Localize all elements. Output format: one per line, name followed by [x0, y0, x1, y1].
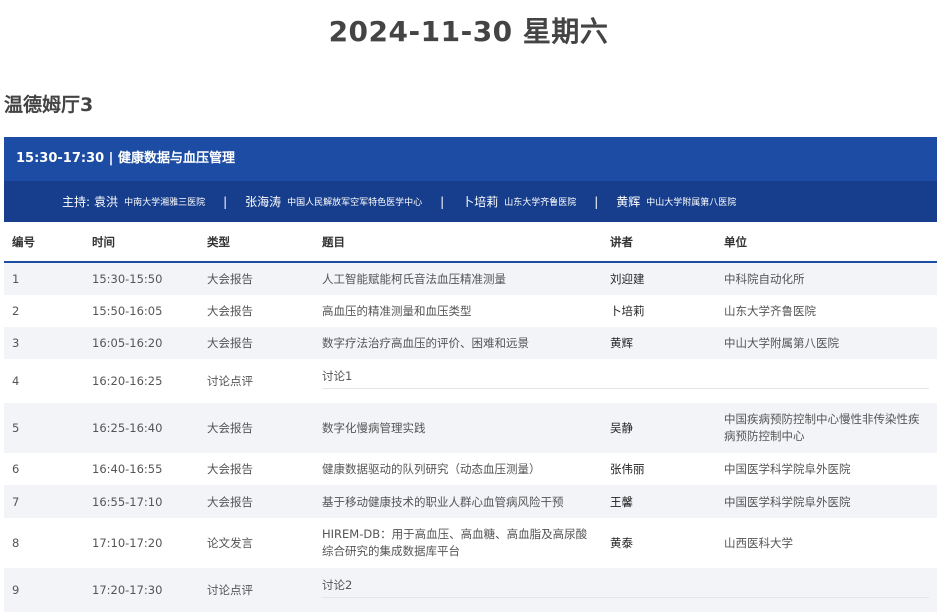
cell-type: 大会报告 — [199, 485, 314, 518]
cell-type: 论文发言 — [207, 536, 253, 550]
cell-type: 大会报告 — [207, 462, 253, 476]
cell-no: 6 — [12, 462, 20, 476]
cell-org: 中国医学科学院阜外医院 — [716, 485, 937, 518]
cell-topic: 数字化慢病管理实践 — [314, 403, 602, 453]
cell-type: 讨论点评 — [199, 568, 314, 612]
cell-no: 2 — [12, 304, 20, 318]
cell-speaker: 黄辉 — [602, 327, 716, 359]
cell-time: 17:10-17:20 — [92, 536, 163, 550]
hall-title: 温德姆厅3 — [4, 94, 94, 116]
cell-topic: 讨论1 — [322, 368, 929, 389]
host-name: 张海涛 — [245, 195, 282, 209]
cell-topic: 人工智能赋能柯氏音法血压精准测量 — [314, 262, 602, 295]
cell-org: 中国疾病预防控制中心慢性非传染性疾病预防控制中心 — [716, 403, 937, 453]
col-header-type: 类型 — [199, 222, 314, 263]
cell-type: 大会报告 — [199, 403, 314, 453]
col-header-speaker: 讲者 — [602, 222, 716, 263]
cell-no: 5 — [4, 403, 84, 453]
cell-org: 中科院自动化所 — [716, 262, 937, 295]
cell-time: 17:20-17:30 — [84, 568, 199, 612]
col-header-org: 单位 — [716, 222, 937, 263]
cell-no: 4 — [12, 374, 20, 388]
cell-type: 讨论点评 — [207, 374, 253, 388]
cell-speaker: 王馨 — [602, 485, 716, 518]
table-row: 4 16:20-16:25 讨论点评 讨论1 — [4, 359, 937, 403]
cell-topic: 数字疗法治疗高血压的评价、困难和远景 — [314, 327, 602, 359]
cell-time: 16:20-16:25 — [92, 374, 163, 388]
cell-topic: 高血压的精准测量和血压类型 — [322, 304, 472, 318]
table-row: 1 15:30-15:50 大会报告 人工智能赋能柯氏音法血压精准测量 刘迎建 … — [4, 262, 937, 295]
table-row: 8 17:10-17:20 论文发言 HIREM-DB：用于高血压、高血糖、高血… — [4, 518, 937, 568]
cell-no: 7 — [4, 485, 84, 518]
col-header-topic: 题目 — [314, 222, 602, 263]
cell-topic: 健康数据驱动的队列研究（动态血压测量） — [322, 462, 541, 476]
cell-topic: 讨论2 — [322, 577, 929, 598]
cell-discussion: 讨论1 — [314, 359, 937, 403]
host-separator: | — [440, 194, 445, 209]
cell-speaker: 吴静 — [602, 403, 716, 453]
cell-no: 3 — [4, 327, 84, 359]
cell-speaker: 卜培莉 — [610, 304, 645, 318]
cell-topic: HIREM-DB：用于高血压、高血糖、高血脂及高尿酸综合研究的集成数据库平台 — [322, 527, 588, 558]
cell-time: 15:50-16:05 — [92, 304, 163, 318]
cell-type: 大会报告 — [199, 327, 314, 359]
cell-type: 大会报告 — [207, 304, 253, 318]
cell-speaker: 张伟丽 — [610, 462, 645, 476]
cell-speaker: 黄泰 — [610, 536, 633, 550]
table-row: 3 16:05-16:20 大会报告 数字疗法治疗高血压的评价、困难和远景 黄辉… — [4, 327, 937, 359]
table-row: 9 17:20-17:30 讨论点评 讨论2 — [4, 568, 937, 612]
host-org: 中山大学附属第八医院 — [646, 198, 737, 208]
schedule-table: 编号 时间 类型 题目 讲者 单位 1 15:30-15:50 大会报告 人工智… — [4, 222, 937, 612]
cell-discussion: 讨论2 — [314, 568, 937, 612]
cell-time: 15:30-15:50 — [84, 262, 199, 295]
session-card: 15:30-17:30 | 健康数据与血压管理 主持: 袁洪 中南大学湘雅三医院… — [4, 137, 937, 612]
table-row: 2 15:50-16:05 大会报告 高血压的精准测量和血压类型 卜培莉 山东大… — [4, 295, 937, 327]
date-title: 2024-11-30 星期六 — [328, 15, 609, 48]
cell-time: 16:55-17:10 — [84, 485, 199, 518]
host-separator: | — [223, 194, 228, 209]
host-name: 袁洪 — [94, 195, 119, 209]
table-header-row: 编号 时间 类型 题目 讲者 单位 — [4, 222, 937, 263]
cell-org: 山东大学齐鲁医院 — [724, 304, 816, 318]
host-separator: | — [594, 194, 599, 209]
host-name: 卜培莉 — [462, 195, 499, 209]
cell-time: 16:05-16:20 — [84, 327, 199, 359]
host-label: 主持: — [62, 195, 91, 209]
cell-time: 16:25-16:40 — [84, 403, 199, 453]
session-title: 15:30-17:30 | 健康数据与血压管理 — [4, 137, 937, 181]
host-name: 黄辉 — [616, 195, 641, 209]
col-header-time: 时间 — [84, 222, 199, 263]
cell-org: 山西医科大学 — [724, 536, 793, 550]
cell-time: 16:40-16:55 — [92, 462, 163, 476]
cell-org: 中国医学科学院阜外医院 — [724, 462, 851, 476]
cell-no: 8 — [12, 536, 20, 550]
cell-org: 中山大学附属第八医院 — [716, 327, 937, 359]
table-row: 5 16:25-16:40 大会报告 数字化慢病管理实践 吴静 中国疾病预防控制… — [4, 403, 937, 453]
host-org: 中国人民解放军空军特色医学中心 — [287, 198, 423, 208]
cell-no: 1 — [4, 262, 84, 295]
cell-topic: 基于移动健康技术的职业人群心血管病风险干预 — [314, 485, 602, 518]
col-header-no: 编号 — [4, 222, 84, 263]
host-org: 中南大学湘雅三医院 — [124, 198, 206, 208]
session-hosts: 主持: 袁洪 中南大学湘雅三医院 | 张海涛 中国人民解放军空军特色医学中心 |… — [4, 181, 937, 222]
cell-type: 大会报告 — [199, 262, 314, 295]
table-row: 6 16:40-16:55 大会报告 健康数据驱动的队列研究（动态血压测量） 张… — [4, 453, 937, 485]
cell-speaker: 刘迎建 — [602, 262, 716, 295]
host-org: 山东大学齐鲁医院 — [504, 198, 577, 208]
cell-no: 9 — [4, 568, 84, 612]
table-row: 7 16:55-17:10 大会报告 基于移动健康技术的职业人群心血管病风险干预… — [4, 485, 937, 518]
